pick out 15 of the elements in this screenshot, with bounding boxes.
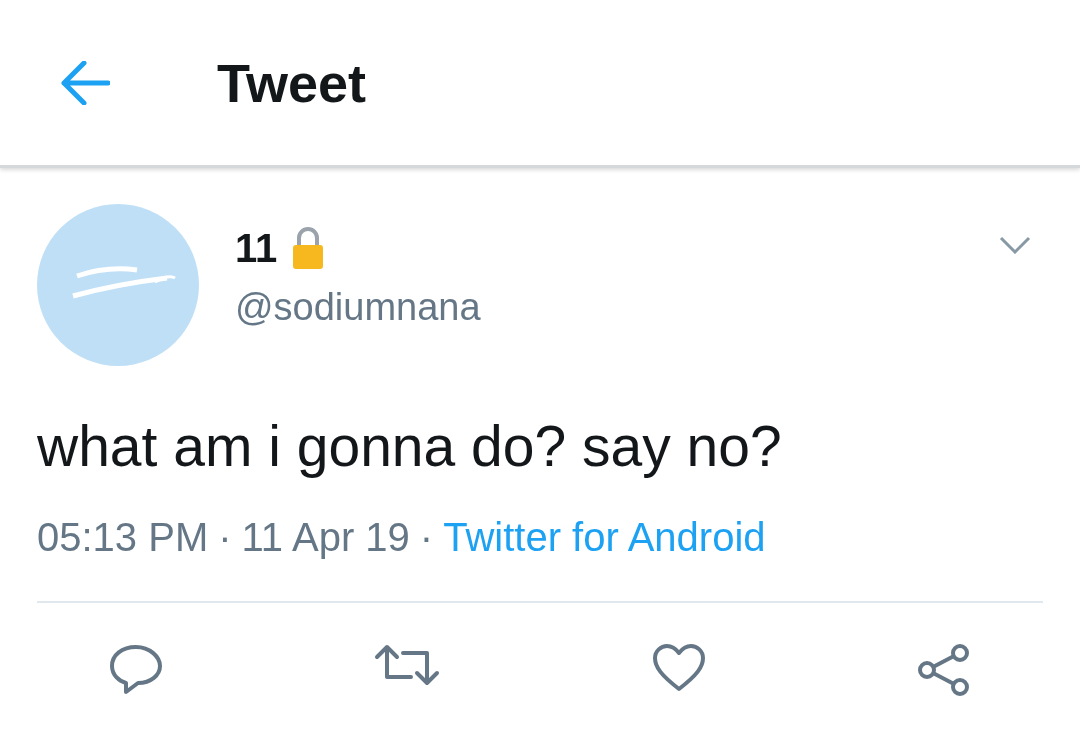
user-handle: @sodiumnana bbox=[235, 288, 481, 326]
share-icon[interactable] bbox=[916, 643, 972, 697]
tweet-meta-text: 11 Apr 19 bbox=[241, 517, 410, 557]
lock-icon bbox=[291, 226, 326, 270]
page-title: Tweet bbox=[217, 55, 367, 110]
heart-icon[interactable] bbox=[650, 643, 707, 693]
tweet-meta-text: 05:13 PM bbox=[37, 517, 209, 557]
separator-dot: · bbox=[419, 517, 434, 557]
chevron-down-icon[interactable] bbox=[999, 236, 1031, 254]
display-name: 11 bbox=[235, 228, 278, 268]
reply-icon[interactable] bbox=[108, 643, 164, 695]
retweet-icon[interactable] bbox=[373, 643, 442, 687]
separator-dot: · bbox=[218, 517, 232, 557]
source-link[interactable]: Twitter for Android bbox=[443, 517, 766, 557]
back-arrow-icon[interactable] bbox=[60, 60, 110, 105]
